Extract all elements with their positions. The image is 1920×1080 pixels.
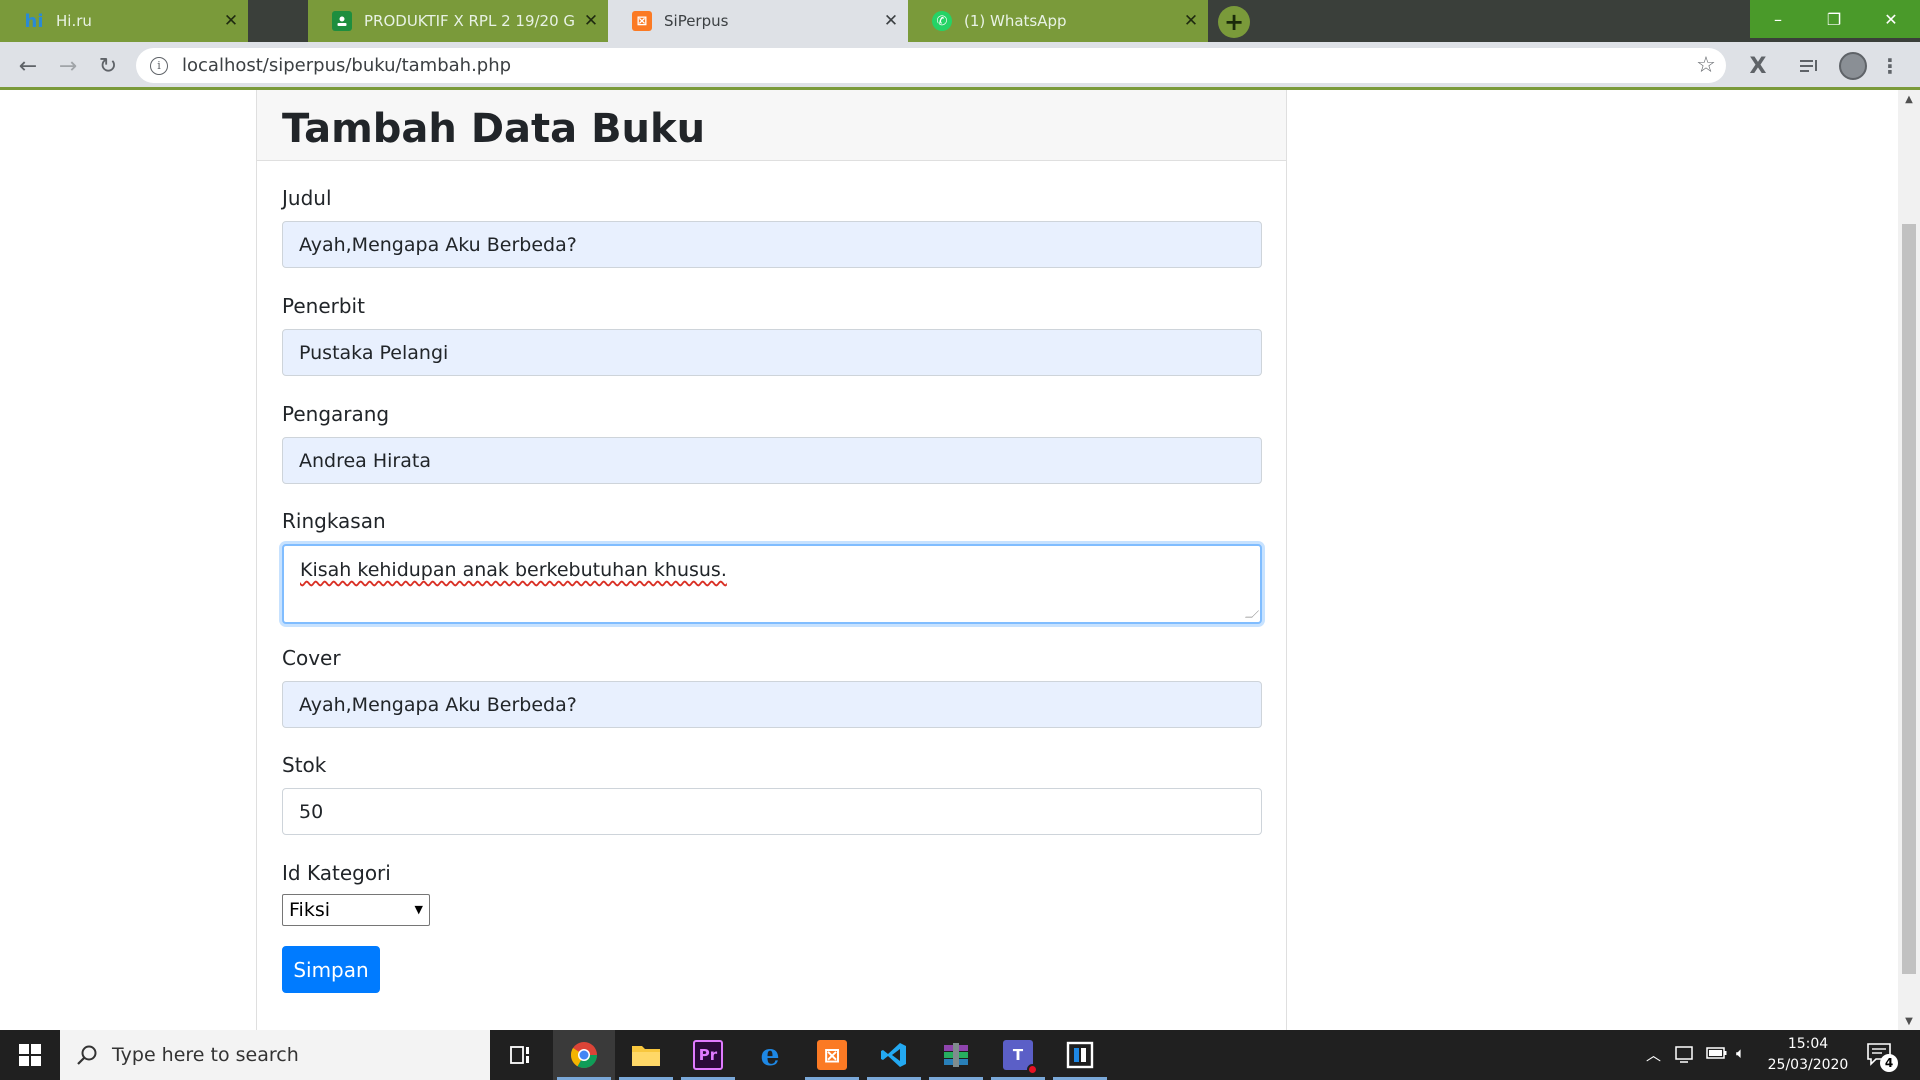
pengarang-label: Pengarang [282, 402, 390, 426]
page-title: Tambah Data Buku [282, 106, 706, 152]
cover-label: Cover [282, 646, 341, 670]
folder-icon [632, 1046, 660, 1066]
task-view-button[interactable] [490, 1030, 552, 1080]
tab-title: SiPerpus [664, 12, 729, 30]
tab-close-icon[interactable]: ✕ [574, 11, 608, 31]
remote-desktop-icon [1066, 1041, 1094, 1069]
dropdown-caret-icon: ▼ [414, 903, 423, 916]
forward-arrow-icon[interactable]: → [54, 52, 82, 80]
taskbar-app-chrome[interactable] [553, 1030, 615, 1080]
kategori-selected-value: Fiksi [289, 899, 331, 921]
pengarang-input[interactable]: Andrea Hirata [282, 437, 1262, 484]
windows-logo-icon [19, 1044, 41, 1066]
new-tab-button[interactable]: + [1218, 6, 1250, 38]
taskbar-app-edge[interactable]: e [739, 1030, 801, 1080]
ringkasan-textarea[interactable]: Kisah kehidupan anak berkebutuhan khusus… [282, 544, 1262, 624]
tab-produktif[interactable]: PRODUKTIF X RPL 2 19/20 Guru ✕ [308, 0, 608, 42]
taskbar-app-remote[interactable] [1049, 1030, 1111, 1080]
media-queue-icon[interactable] [1796, 52, 1824, 80]
winrar-icon [944, 1043, 968, 1067]
browser-tab-strip: hi Hi.ru ✕ PRODUKTIF X RPL 2 19/20 Guru … [0, 0, 1920, 42]
notification-count-badge: 4 [1880, 1054, 1898, 1072]
xampp-favicon-icon: ⊠ [632, 11, 652, 31]
tab-close-icon[interactable]: ✕ [214, 11, 248, 31]
taskbar-app-winrar[interactable] [925, 1030, 987, 1080]
close-window-button[interactable]: ✕ [1862, 0, 1920, 38]
tab-title: PRODUKTIF X RPL 2 19/20 Guru [364, 12, 574, 30]
windows-taskbar: Type here to search Pr e ⊠ T ︿ 🔈︎ 15:04 … [0, 1030, 1920, 1080]
edge-icon: e [760, 1037, 780, 1073]
classroom-favicon-icon [332, 11, 352, 31]
judul-label: Judul [282, 186, 332, 210]
tab-close-icon[interactable]: ✕ [1174, 11, 1208, 31]
taskbar-app-vscode[interactable] [863, 1030, 925, 1080]
back-arrow-icon[interactable]: ← [14, 52, 42, 80]
simpan-button[interactable]: Simpan [282, 946, 380, 993]
scroll-up-arrow-icon[interactable]: ▲ [1898, 90, 1920, 108]
address-bar[interactable]: i localhost/siperpus/buku/tambah.php ☆ [136, 48, 1726, 83]
task-view-icon [510, 1046, 529, 1064]
tab-title: Hi.ru [56, 12, 92, 30]
scrollbar-thumb[interactable] [1902, 224, 1916, 974]
chrome-icon [570, 1042, 598, 1069]
clock-date: 25/03/2020 [1767, 1057, 1849, 1073]
teams-letter: T [1012, 1046, 1024, 1064]
tab-siperpus[interactable]: ⊠ SiPerpus ✕ [608, 0, 908, 42]
taskbar-app-teams[interactable]: T [987, 1030, 1049, 1080]
whatsapp-favicon-icon: ✆ [932, 11, 952, 31]
card-header: Tambah Data Buku [257, 90, 1286, 161]
search-placeholder: Type here to search [112, 1044, 299, 1066]
start-button[interactable] [0, 1030, 60, 1080]
penerbit-label: Penerbit [282, 294, 365, 318]
restore-button[interactable]: ❐ [1806, 0, 1862, 38]
vscode-icon [881, 1043, 906, 1067]
judul-input[interactable]: Ayah,Mengapa Aku Berbeda? [282, 221, 1262, 268]
action-center-button[interactable]: 4 [1866, 1042, 1898, 1072]
extension-x-icon[interactable]: X [1744, 52, 1772, 80]
clock-time: 15:04 [1787, 1036, 1829, 1052]
taskbar-app-file-explorer[interactable] [615, 1030, 677, 1080]
tab-close-icon[interactable]: ✕ [874, 11, 908, 31]
ringkasan-label: Ringkasan [282, 509, 386, 533]
battery-icon[interactable] [1706, 1046, 1728, 1064]
xampp-icon: ⊠ [817, 1040, 847, 1070]
taskbar-search-box[interactable]: Type here to search [60, 1030, 490, 1080]
stok-label: Stok [282, 753, 327, 777]
hi-ru-favicon-icon: hi [24, 10, 44, 32]
browser-toolbar: ← → ↻ i localhost/siperpus/buku/tambah.p… [0, 42, 1920, 90]
resize-handle-icon[interactable] [1245, 610, 1259, 618]
taskbar-app-xampp[interactable]: ⊠ [801, 1030, 863, 1080]
volume-icon[interactable]: 🔈︎ [1736, 1044, 1745, 1062]
bookmark-star-icon[interactable]: ☆ [1686, 53, 1726, 78]
penerbit-input[interactable]: Pustaka Pelangi [282, 329, 1262, 376]
kategori-select[interactable]: Fiksi ▼ [282, 894, 430, 926]
url-text[interactable]: localhost/siperpus/buku/tambah.php [182, 55, 1686, 76]
show-hidden-icons-chevron-icon[interactable]: ︿ [1646, 1044, 1661, 1065]
premiere-pro-icon: Pr [693, 1040, 723, 1070]
teams-icon: T [1003, 1040, 1038, 1075]
page-scrollbar[interactable]: ▲ ▼ [1898, 90, 1920, 1030]
cover-input[interactable]: Ayah,Mengapa Aku Berbeda? [282, 681, 1262, 728]
site-info-icon[interactable]: i [150, 56, 168, 75]
tab-hi-ru[interactable]: hi Hi.ru ✕ [0, 0, 248, 42]
stok-input[interactable]: 50 [282, 788, 1262, 835]
ringkasan-text: Kisah kehidupan anak berkebutuhan khusus… [300, 559, 727, 581]
kategori-label: Id Kategori [282, 861, 391, 885]
menu-kebab-icon[interactable]: ⋮ [1880, 52, 1900, 80]
search-icon [77, 1045, 97, 1065]
taskbar-app-premiere[interactable]: Pr [677, 1030, 739, 1080]
tab-whatsapp[interactable]: ✆ (1) WhatsApp ✕ [908, 0, 1208, 42]
profile-avatar-icon[interactable] [1838, 52, 1868, 80]
system-clock[interactable]: 15:04 25/03/2020 [1760, 1034, 1856, 1076]
minimize-button[interactable]: – [1750, 0, 1806, 38]
reload-icon[interactable]: ↻ [94, 52, 122, 80]
page-viewport: Tambah Data Buku Judul Ayah,Mengapa Aku … [0, 90, 1898, 1030]
scroll-down-arrow-icon[interactable]: ▼ [1898, 1012, 1920, 1030]
network-icon[interactable] [1674, 1044, 1696, 1068]
form-card: Tambah Data Buku Judul Ayah,Mengapa Aku … [256, 90, 1287, 1030]
tab-title: (1) WhatsApp [964, 12, 1067, 30]
